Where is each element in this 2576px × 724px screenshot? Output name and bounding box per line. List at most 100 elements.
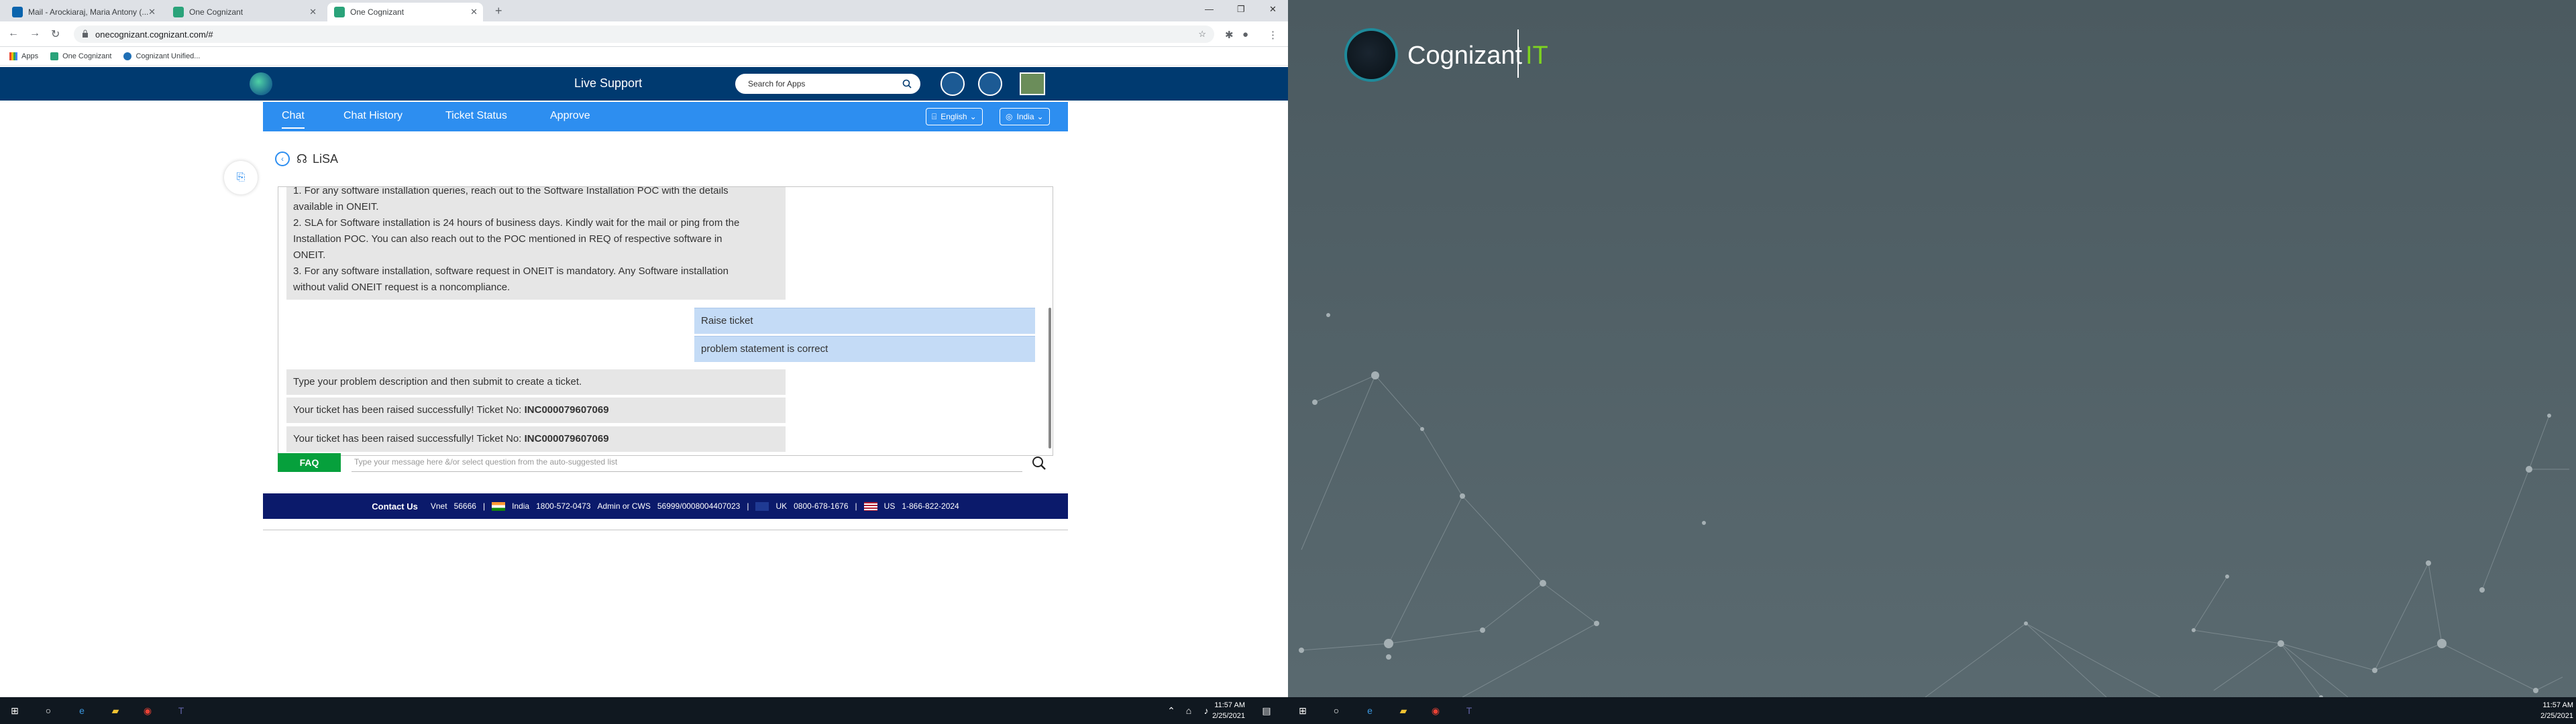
search-circle-icon[interactable]: ○ xyxy=(40,703,56,719)
close-tab-icon[interactable]: ✕ xyxy=(148,7,156,17)
apps-grid-icon xyxy=(9,52,17,60)
minimize-icon[interactable]: — xyxy=(1205,4,1214,14)
taskbar-clock[interactable]: 11:57 AM 2/25/2021 xyxy=(2537,700,2573,721)
tab-title: One Cognizant xyxy=(189,7,244,17)
search-icon[interactable] xyxy=(1032,456,1046,471)
one-cognizant-logo[interactable] xyxy=(250,72,272,95)
teams-icon[interactable]: T xyxy=(173,703,189,719)
chevron-down-icon: ⌄ xyxy=(969,112,977,121)
notifications-icon[interactable] xyxy=(941,72,965,96)
search-icon[interactable] xyxy=(902,79,912,88)
page-title: Live Support xyxy=(574,76,643,90)
extensions-icon[interactable]: ✱ xyxy=(1225,29,1234,41)
bot-message: Type your problem description and then s… xyxy=(286,369,786,395)
windows-start-icon[interactable]: ⊞ xyxy=(1295,703,1311,719)
file-explorer-icon[interactable]: ▰ xyxy=(107,703,123,719)
bookmark-cognizant-unified[interactable]: Cognizant Unified... xyxy=(123,52,200,60)
outlook-icon xyxy=(12,7,23,17)
user-message: problem statement is correct xyxy=(694,336,1035,362)
tray-chevron-icon[interactable]: ⌃ xyxy=(1163,703,1179,719)
cognizant-icon xyxy=(50,52,59,60)
us-number: 1-866-822-2024 xyxy=(902,501,959,511)
teams-icon[interactable]: T xyxy=(1461,703,1477,719)
clock-date: 2/25/2021 xyxy=(2540,712,2573,720)
address-bar: ← → ↻ onecognizant.cognizant.com/# ☆ ✱ ●… xyxy=(0,21,1288,47)
url-text: onecognizant.cognizant.com/# xyxy=(95,29,213,40)
chat-window[interactable]: 1. For any software installation queries… xyxy=(278,186,1053,456)
side-feedback-icon[interactable]: ⎘ xyxy=(224,161,258,194)
clock-date: 2/25/2021 xyxy=(1212,712,1245,720)
menu-dots-icon[interactable]: ⋮ xyxy=(1268,29,1278,41)
bookmark-apps[interactable]: Apps xyxy=(9,52,38,60)
notification-center-icon[interactable]: ▤ xyxy=(1258,703,1275,719)
bookmarks-bar: Apps One Cognizant Cognizant Unified... xyxy=(0,47,1288,66)
tab-mail[interactable]: Mail - Arockiaraj, Maria Antony (... ✕ xyxy=(5,3,161,21)
admin-label: Admin or CWS xyxy=(597,501,651,511)
app-search-input[interactable]: Search for Apps xyxy=(735,74,920,94)
message-text: Your ticket has been raised successfully… xyxy=(293,404,522,416)
cognizant-icon xyxy=(173,7,184,17)
uk-label: UK xyxy=(775,501,788,511)
back-arrow-icon[interactable]: ← xyxy=(8,27,19,40)
tab-one-cognizant-active[interactable]: One Cognizant ✕ xyxy=(327,3,483,21)
tab-title: Mail - Arockiaraj, Maria Antony (... xyxy=(28,7,149,17)
user-message: Raise ticket xyxy=(694,308,1035,334)
url-field[interactable]: onecognizant.cognizant.com/# ☆ xyxy=(74,25,1214,43)
edge-icon[interactable]: e xyxy=(74,703,90,719)
profile-icon[interactable]: ● xyxy=(1242,29,1248,40)
new-tab-icon[interactable]: + xyxy=(495,4,502,18)
globe-icon: ◎ xyxy=(1006,112,1013,121)
tab-one-cognizant[interactable]: One Cognizant ✕ xyxy=(166,3,322,21)
bot-message: Your ticket has been raised successfully… xyxy=(286,426,786,452)
wallpaper-brand-suffix: IT xyxy=(1525,42,1548,70)
bookmark-one-cognizant[interactable]: One Cognizant xyxy=(50,52,111,60)
tab-approve[interactable]: Approve xyxy=(550,110,590,122)
faq-button[interactable]: FAQ xyxy=(278,453,341,472)
taskbar-clock[interactable]: 11:57 AM 2/25/2021 xyxy=(1212,700,1245,721)
tab-chat-history[interactable]: Chat History xyxy=(343,110,402,122)
windows-start-icon[interactable]: ⊞ xyxy=(7,703,23,719)
ticket-number[interactable]: INC000079607069 xyxy=(525,433,609,444)
back-icon[interactable]: ‹ xyxy=(275,152,290,166)
message-line: ONEIT. xyxy=(293,249,326,261)
tab-chat[interactable]: Chat xyxy=(282,110,305,129)
chrome-icon[interactable]: ◉ xyxy=(140,703,156,719)
chat-scrollbar[interactable] xyxy=(1049,308,1051,448)
browser-tab-strip: Mail - Arockiaraj, Maria Antony (... ✕ O… xyxy=(0,0,1288,21)
country-value: India xyxy=(1016,112,1034,121)
bookmark-label: One Cognizant xyxy=(62,52,112,60)
message-line: available in ONEIT. xyxy=(293,201,379,213)
close-tab-icon[interactable]: ✕ xyxy=(309,7,317,17)
taskbar-right: ⊞ ○ e ▰ ◉ T 11:57 AM 2/25/2021 xyxy=(1288,697,2576,724)
live-support-nav: Chat Chat History Ticket Status Approve … xyxy=(263,102,1068,131)
close-tab-icon[interactable]: ✕ xyxy=(470,7,478,17)
clock-time: 11:57 AM xyxy=(2542,701,2573,709)
message-input[interactable]: Type your message here &/or select quest… xyxy=(352,453,1022,472)
close-window-icon[interactable]: ✕ xyxy=(1269,4,1277,15)
tab-ticket-status[interactable]: Ticket Status xyxy=(445,110,507,122)
country-select[interactable]: ◎ India ⌄ xyxy=(1000,108,1050,125)
search-circle-icon[interactable]: ○ xyxy=(1328,703,1344,719)
restore-icon[interactable]: ❐ xyxy=(1237,4,1245,15)
forward-arrow-icon[interactable]: → xyxy=(30,27,40,40)
chrome-icon[interactable]: ◉ xyxy=(1428,703,1444,719)
star-icon[interactable]: ☆ xyxy=(1198,29,1206,40)
headset-icon: ☊ xyxy=(297,152,307,166)
edge-icon[interactable]: e xyxy=(1362,703,1378,719)
translate-icon: ⌸ xyxy=(932,111,937,121)
ticket-number[interactable]: INC000079607069 xyxy=(525,404,609,416)
bookmark-label: Apps xyxy=(21,52,39,60)
us-label: US xyxy=(883,501,896,511)
bot-message: Your ticket has been raised successfully… xyxy=(286,398,786,423)
language-select[interactable]: ⌸ English ⌄ xyxy=(926,108,983,125)
avatar[interactable] xyxy=(1020,72,1045,95)
file-explorer-icon[interactable]: ▰ xyxy=(1395,703,1411,719)
right-monitor-desktop: Cognizant IT ⊞ ○ e ▰ ◉ T 11:57 AM 2/25/2… xyxy=(1288,0,2576,724)
reload-icon[interactable]: ↻ xyxy=(51,27,60,41)
us-flag-icon xyxy=(863,501,877,511)
network-icon[interactable]: ⌂ xyxy=(1181,703,1197,719)
menu-list-icon[interactable] xyxy=(978,72,1002,96)
india-number: 1800-572-0473 xyxy=(536,501,591,511)
clock-time: 11:57 AM xyxy=(1214,701,1245,709)
globe-icon xyxy=(123,52,132,60)
